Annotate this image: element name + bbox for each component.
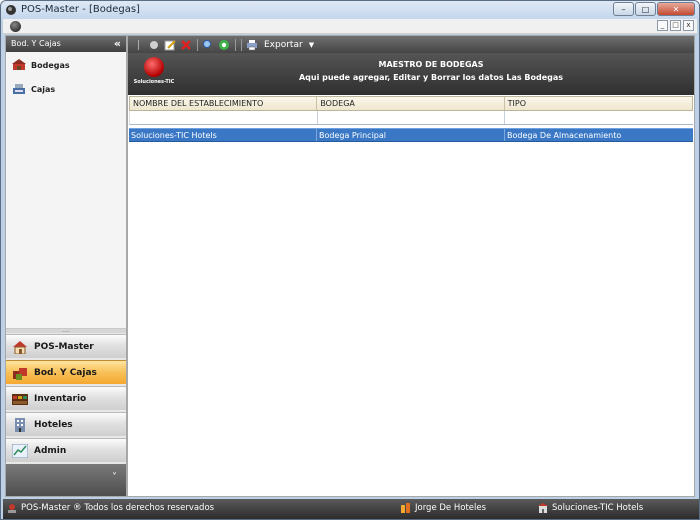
cell-establecimiento[interactable]: Soluciones-TIC Hotels: [129, 129, 317, 141]
app-icon: [6, 5, 16, 15]
chart-icon: [12, 443, 28, 458]
boxes-icon: [13, 367, 27, 380]
grid-header: NOMBRE DEL ESTABLECIMIENTO BODEGA TIPO: [129, 96, 693, 111]
building-icon: [15, 417, 25, 432]
toolbar-grip-icon: [132, 39, 144, 51]
cell-bodega[interactable]: Bodega Principal: [317, 129, 505, 141]
window-title: POS-Master - [Bodegas]: [21, 4, 140, 15]
panel-item-bodegas[interactable]: Bodegas: [12, 57, 70, 73]
warehouse-icon: [12, 59, 26, 70]
status-user-text: Jorge De Hoteles: [415, 503, 487, 513]
edit-icon[interactable]: [164, 39, 176, 51]
panel-footer: ˅: [6, 464, 126, 496]
nav-label: Inventario: [34, 393, 87, 404]
page-banner: Soluciones-TIC MAESTRO DE BODEGAS Aqui p…: [128, 53, 694, 95]
toolbar-separator: [241, 38, 242, 51]
nav-label: Bod. Y Cajas: [34, 367, 97, 378]
collapse-icon[interactable]: «: [114, 37, 121, 50]
data-grid: NOMBRE DEL ESTABLECIMIENTO BODEGA TIPO S…: [129, 96, 693, 142]
mdi-minimize-button[interactable]: _: [657, 20, 668, 31]
cash-register-icon: [13, 84, 25, 94]
filter-cell-establecimiento[interactable]: [130, 111, 318, 124]
app-logo-icon: [8, 504, 16, 513]
toolbar-separator: [235, 38, 236, 51]
delete-icon[interactable]: [180, 39, 192, 51]
page-title: MAESTRO DE BODEGAS: [378, 60, 484, 69]
refresh-icon[interactable]: [218, 39, 230, 51]
status-bar: POS-Master ® Todos los derechos reservad…: [3, 499, 699, 519]
print-icon[interactable]: [246, 39, 258, 51]
nav-hoteles[interactable]: Hoteles: [6, 412, 126, 436]
export-button[interactable]: Exportar: [264, 40, 303, 50]
panel-item-cajas[interactable]: Cajas: [12, 81, 55, 97]
table-row[interactable]: Soluciones-TIC Hotels Bodega Principal B…: [129, 128, 693, 142]
export-dropdown-icon[interactable]: ▼: [309, 41, 314, 49]
nav-label: Admin: [34, 445, 67, 456]
status-app-text: POS-Master ® Todos los derechos reservad…: [21, 503, 215, 513]
nav-bod-y-cajas[interactable]: Bod. Y Cajas: [6, 360, 126, 384]
nav-admin[interactable]: Admin: [6, 438, 126, 462]
app-menu-orb-icon[interactable]: [10, 21, 21, 32]
splitter-grip[interactable]: ....: [6, 328, 126, 334]
column-header-establecimiento[interactable]: NOMBRE DEL ESTABLECIMIENTO: [130, 97, 318, 110]
column-header-bodega[interactable]: BODEGA: [317, 97, 505, 110]
inventory-icon: [12, 393, 28, 405]
toolbar: Exportar ▼: [128, 36, 694, 53]
panel-title: Bod. Y Cajas: [11, 39, 61, 48]
new-icon[interactable]: [148, 39, 160, 51]
user-icon: [401, 503, 410, 513]
page-subtitle: Aqui puede agregar, Editar y Borrar los …: [298, 73, 564, 82]
nav-pos-master[interactable]: POS-Master: [6, 334, 126, 358]
filter-cell-tipo[interactable]: [505, 111, 693, 124]
content-area: Exportar ▼ Soluciones-TIC MAESTRO DE BOD…: [127, 35, 695, 497]
nav-label: Hoteles: [34, 419, 73, 430]
status-company: Soluciones-TIC Hotels: [538, 503, 643, 513]
status-user: Jorge De Hoteles: [401, 503, 486, 513]
search-icon[interactable]: [202, 39, 214, 51]
minimize-button[interactable]: –: [613, 2, 634, 16]
mdi-restore-button[interactable]: □: [670, 20, 681, 31]
app-window: POS-Master - [Bodegas] – □ ✕ _ □ x Bod. …: [0, 0, 700, 520]
panel-items: Bodegas Cajas: [6, 52, 126, 329]
nav-inventario[interactable]: Inventario: [6, 386, 126, 410]
close-button[interactable]: ✕: [657, 2, 695, 16]
menu-bar: _ □ x: [3, 19, 697, 34]
chevron-down-icon[interactable]: ˅: [112, 472, 117, 483]
cell-tipo[interactable]: Bodega De Almacenamiento: [505, 129, 693, 141]
toolbar-separator: [197, 38, 198, 51]
maximize-button[interactable]: □: [635, 2, 656, 16]
hotel-icon: [538, 503, 548, 513]
grid-filter-row: [129, 111, 693, 125]
home-icon: [13, 340, 27, 354]
filter-cell-bodega[interactable]: [318, 111, 506, 124]
status-company-text: Soluciones-TIC Hotels: [552, 503, 644, 513]
column-header-tipo[interactable]: TIPO: [505, 97, 692, 110]
panel-item-label: Bodegas: [31, 60, 70, 70]
panel-item-label: Cajas: [31, 84, 56, 94]
panel-header: Bod. Y Cajas «: [6, 36, 126, 52]
status-app: POS-Master ® Todos los derechos reservad…: [7, 503, 214, 513]
nav-label: POS-Master: [34, 341, 94, 352]
mdi-close-button[interactable]: x: [683, 20, 694, 31]
navigation-panel: Bod. Y Cajas « Bodegas Cajas .... POS-Ma…: [5, 35, 127, 497]
title-bar: POS-Master - [Bodegas] – □ ✕: [1, 1, 699, 19]
